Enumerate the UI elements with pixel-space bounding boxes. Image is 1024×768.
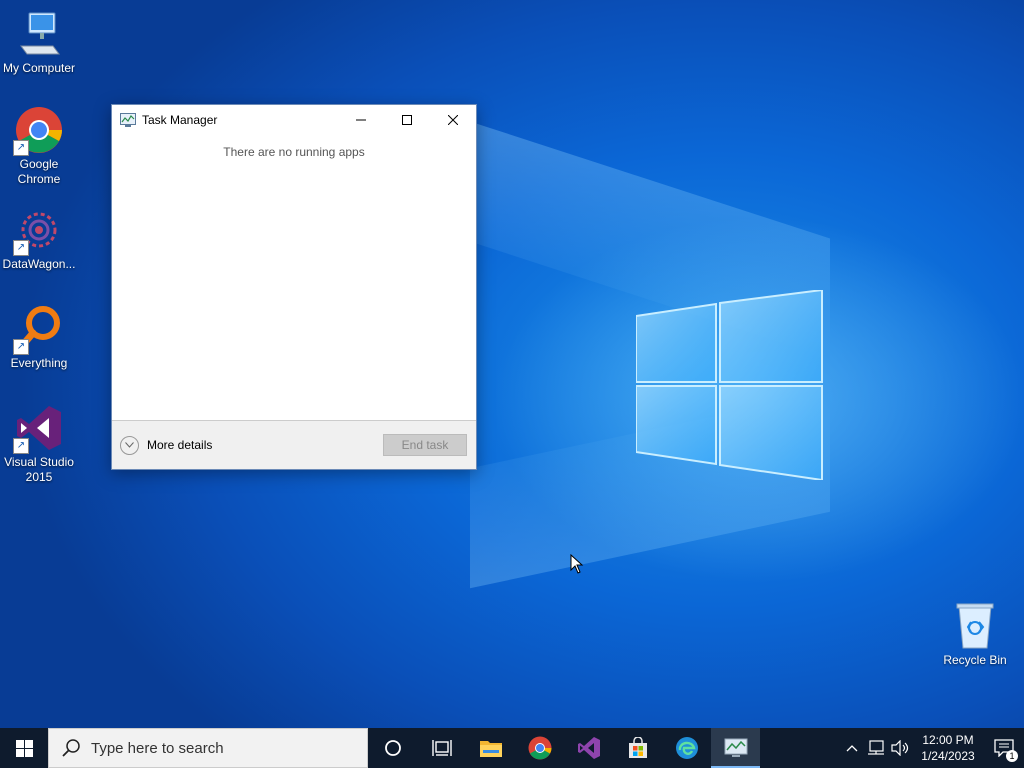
desktop-icon-recycle-bin[interactable]: Recycle Bin bbox=[936, 602, 1014, 668]
maximize-icon bbox=[402, 115, 412, 125]
minimize-button[interactable] bbox=[338, 105, 384, 135]
task-manager-icon bbox=[120, 113, 136, 127]
visual-studio-icon bbox=[577, 737, 600, 759]
task-manager-footer: More details End task bbox=[112, 420, 476, 469]
everything-icon: ↗ bbox=[13, 305, 63, 355]
edge-icon bbox=[675, 737, 698, 759]
desktop-icon-datawagon[interactable]: ↗ DataWagon... bbox=[0, 206, 78, 272]
search-icon bbox=[62, 739, 80, 757]
taskbar-microsoft-store[interactable] bbox=[613, 728, 662, 768]
more-details-label: More details bbox=[147, 438, 213, 452]
title-bar[interactable]: Task Manager bbox=[112, 105, 476, 135]
volume-button[interactable] bbox=[888, 728, 912, 768]
minimize-icon bbox=[356, 119, 366, 121]
chrome-icon: ↗ bbox=[13, 106, 63, 156]
windows-start-icon bbox=[15, 739, 33, 757]
taskbar-visual-studio[interactable] bbox=[564, 728, 613, 768]
desktop-icon-label: DataWagon... bbox=[2, 257, 76, 271]
computer-icon bbox=[15, 10, 63, 58]
desktop-icon-label: Everything bbox=[10, 356, 68, 370]
desktop-icon-visual-studio[interactable]: ↗ Visual Studio 2015 bbox=[0, 404, 78, 485]
chevron-up-icon bbox=[846, 745, 858, 752]
task-view-button[interactable] bbox=[417, 728, 466, 768]
desktop-icon-label: Visual Studio 2015 bbox=[4, 455, 74, 484]
start-button[interactable] bbox=[0, 728, 48, 768]
task-view-icon bbox=[431, 740, 452, 756]
desktop-icon-everything[interactable]: ↗ Everything bbox=[0, 305, 78, 371]
end-task-button[interactable]: End task bbox=[383, 434, 467, 456]
search-placeholder: Type here to search bbox=[91, 739, 224, 757]
desktop-icon-my-computer[interactable]: My Computer bbox=[0, 10, 78, 76]
shortcut-arrow-icon: ↗ bbox=[13, 140, 29, 156]
show-hidden-icons-button[interactable] bbox=[840, 728, 864, 768]
task-manager-window[interactable]: Task Manager There are no running apps M… bbox=[111, 104, 477, 470]
action-center-button[interactable]: 1 bbox=[984, 728, 1024, 768]
no-apps-message: There are no running apps bbox=[223, 145, 365, 159]
visual-studio-icon: ↗ bbox=[13, 404, 63, 454]
desktop-icon-google-chrome[interactable]: ↗ Google Chrome bbox=[0, 106, 78, 187]
taskbar-edge[interactable] bbox=[662, 728, 711, 768]
clock-date: 1/24/2023 bbox=[921, 749, 975, 763]
more-details-toggle[interactable]: More details bbox=[120, 435, 383, 455]
window-title: Task Manager bbox=[142, 113, 218, 127]
clock-time: 12:00 PM bbox=[922, 733, 974, 747]
network-icon bbox=[868, 740, 884, 755]
task-manager-icon bbox=[724, 738, 747, 757]
taskbar: Type here to search 12:00 PM 1/24/2023 1 bbox=[0, 728, 1024, 768]
network-button[interactable] bbox=[864, 728, 888, 768]
taskbar-clock[interactable]: 12:00 PM 1/24/2023 bbox=[912, 732, 984, 764]
close-button[interactable] bbox=[430, 105, 476, 135]
maximize-button[interactable] bbox=[384, 105, 430, 135]
desktop-icon-label: Google Chrome bbox=[17, 157, 61, 186]
system-tray: 12:00 PM 1/24/2023 1 bbox=[840, 728, 1024, 768]
taskbar-search-box[interactable]: Type here to search bbox=[48, 728, 368, 768]
chrome-icon bbox=[528, 736, 551, 760]
shortcut-arrow-icon: ↗ bbox=[13, 339, 29, 355]
taskbar-task-manager[interactable] bbox=[711, 728, 760, 768]
speaker-icon bbox=[891, 740, 909, 756]
datawagon-icon: ↗ bbox=[13, 206, 63, 256]
shortcut-arrow-icon: ↗ bbox=[13, 438, 29, 454]
desktop-icon-label: Recycle Bin bbox=[943, 653, 1007, 667]
chevron-down-icon bbox=[120, 435, 139, 455]
taskbar-chrome[interactable] bbox=[515, 728, 564, 768]
cortana-button[interactable] bbox=[368, 728, 417, 768]
folder-icon bbox=[479, 741, 502, 757]
notification-badge: 1 bbox=[1006, 750, 1018, 762]
close-icon bbox=[448, 115, 458, 125]
recycle-bin-icon bbox=[951, 602, 999, 650]
windows-logo-wallpaper bbox=[636, 290, 823, 480]
store-icon bbox=[628, 737, 647, 758]
desktop-icon-label: My Computer bbox=[2, 61, 76, 75]
taskbar-file-explorer[interactable] bbox=[466, 728, 515, 768]
shortcut-arrow-icon: ↗ bbox=[13, 240, 29, 256]
cortana-icon bbox=[384, 740, 401, 756]
mouse-cursor-icon bbox=[570, 554, 584, 574]
